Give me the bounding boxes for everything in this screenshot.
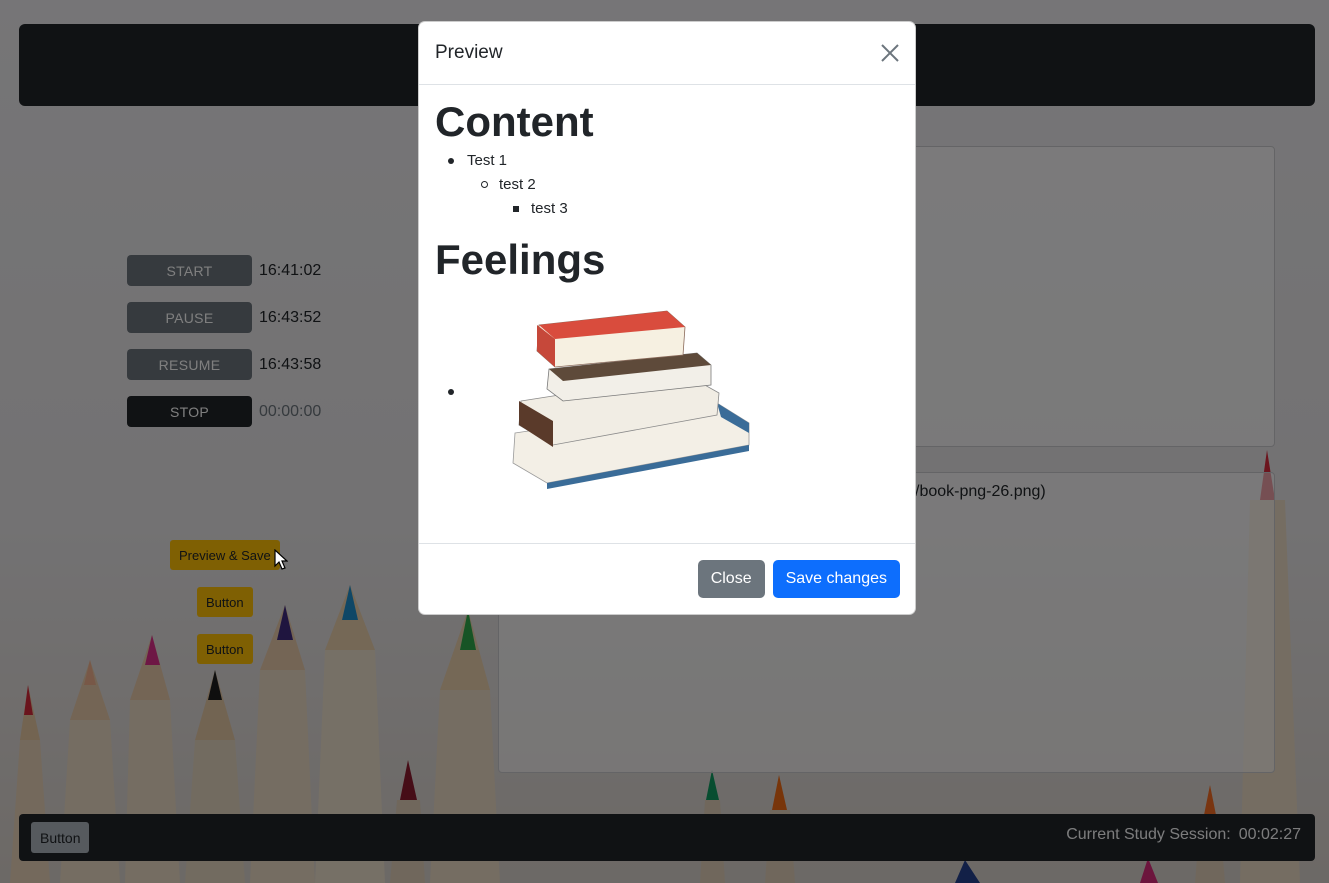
content-list: Test 1 test 2 test 3 (435, 149, 899, 221)
content-heading: Content (435, 98, 594, 145)
mouse-cursor-icon (274, 549, 288, 570)
image-list-item (435, 295, 899, 505)
close-button[interactable]: Close (697, 560, 765, 598)
disc-bullet (448, 158, 454, 164)
circle-bullet (481, 181, 488, 188)
modal-footer: Close Save changes (419, 543, 915, 614)
list-item-text: Test 1 (467, 152, 508, 169)
disc-bullet (448, 389, 454, 395)
feelings-heading: Feelings (435, 236, 606, 283)
books-stack-image (512, 310, 750, 489)
save-changes-button[interactable]: Save changes (772, 560, 900, 598)
modal-header: Preview (419, 22, 915, 85)
square-bullet (513, 206, 519, 212)
list-item-text: test 3 (531, 200, 568, 217)
close-icon[interactable] (879, 42, 901, 64)
list-item: Test 1 (435, 149, 899, 173)
modal-body: Content Test 1 test 2 test 3 Feelings (419, 85, 915, 546)
preview-modal: Preview Content Test 1 test 2 test 3 Fee… (418, 21, 916, 615)
list-item: test 3 (435, 197, 899, 221)
list-item-text: test 2 (499, 176, 536, 193)
modal-title: Preview (435, 42, 503, 63)
list-item: test 2 (435, 173, 899, 197)
